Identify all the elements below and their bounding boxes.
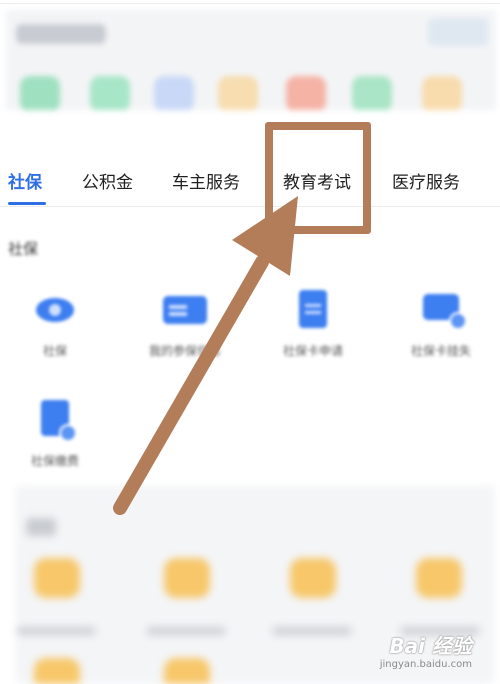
watermark-url: jingyan.baidu.com <box>379 659 472 670</box>
banner-shortcut-5 <box>286 76 326 110</box>
banner-title-placeholder <box>16 24 106 44</box>
lower-section-title-placeholder <box>26 518 56 536</box>
banner-shortcut-3 <box>154 76 194 110</box>
tab-social-security[interactable]: 社保 <box>8 168 42 193</box>
lower-label-3 <box>272 626 352 636</box>
top-divider <box>0 3 500 4</box>
service-item-label: 社保缴费 <box>30 454 79 468</box>
lower-label-1 <box>16 626 96 636</box>
service-item-label: 社保卡申请 <box>282 344 343 358</box>
blurred-banner <box>6 10 496 110</box>
banner-shortcut-4 <box>218 76 258 110</box>
lower-icon-1 <box>34 558 80 598</box>
lower-icon-2 <box>164 558 210 598</box>
service-item[interactable]: 社保卡挂失 <box>386 288 496 359</box>
banner-shortcut-2 <box>90 76 130 110</box>
service-item-label: 社保卡挂失 <box>410 344 471 358</box>
tab-housing-fund[interactable]: 公积金 <box>82 168 133 193</box>
eye-icon <box>33 288 77 332</box>
document-icon <box>291 288 335 332</box>
watermark-brand: Bai 经验 <box>389 634 472 658</box>
service-item-label: 我的参保信息 <box>148 344 221 358</box>
lower-icon-4 <box>416 558 462 598</box>
section-title: 社保 <box>8 240 39 258</box>
service-item[interactable]: 社保卡申请 <box>258 288 368 359</box>
service-item-label: 社保 <box>42 344 67 358</box>
banner-action-placeholder <box>428 18 488 46</box>
tab-medical-services[interactable]: 医疗服务 <box>392 168 460 193</box>
tab-vehicle-services[interactable]: 车主服务 <box>172 168 240 193</box>
baidu-jingyan-watermark: Bai 经验 jingyan.baidu.com <box>380 630 472 670</box>
lower-icon-6 <box>164 658 210 684</box>
service-item[interactable]: 社保 <box>0 288 110 359</box>
lower-label-2 <box>146 626 226 636</box>
service-item[interactable]: 我的参保信息 <box>130 288 240 359</box>
active-tab-indicator <box>8 202 46 205</box>
document-search-icon <box>33 398 77 442</box>
banner-shortcut-1 <box>20 76 60 110</box>
card-icon <box>163 288 207 332</box>
service-item[interactable]: 社保缴费 <box>0 398 110 469</box>
service-tab-bar: 社保 公积金 车主服务 教育考试 医疗服务 <box>0 158 500 207</box>
banner-shortcut-6 <box>352 76 392 110</box>
lower-icon-3 <box>290 558 336 598</box>
card-search-icon <box>419 288 467 332</box>
lower-icon-5 <box>34 658 80 684</box>
annotation-highlight-box <box>265 122 371 234</box>
banner-shortcut-7 <box>422 76 462 110</box>
